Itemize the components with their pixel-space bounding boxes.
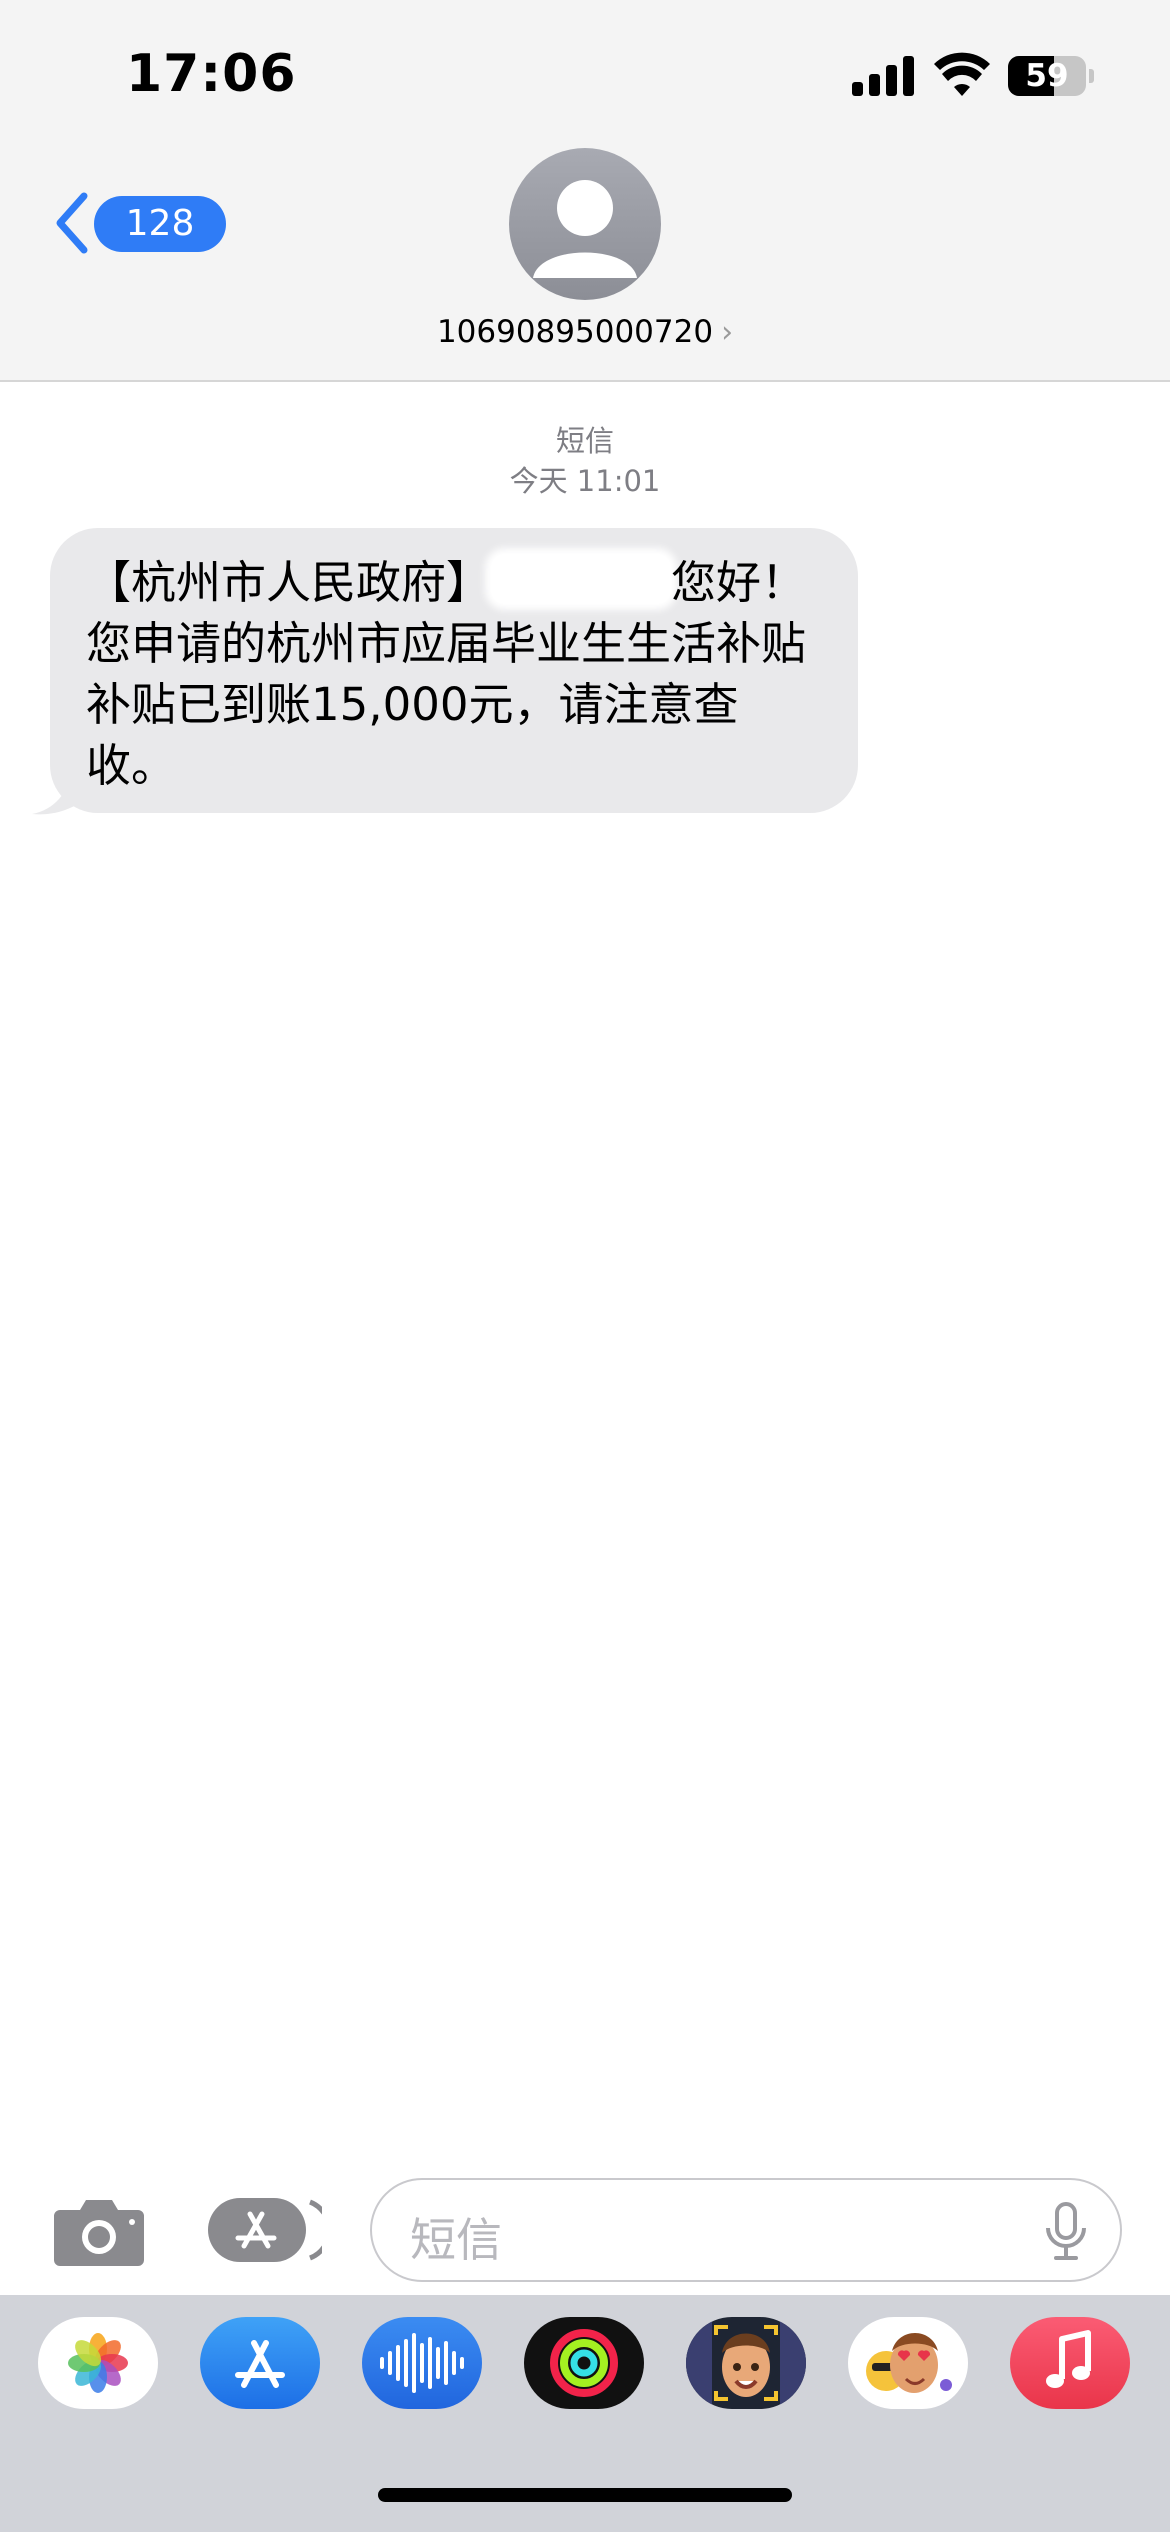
chevron-left-icon bbox=[56, 192, 88, 254]
person-icon bbox=[533, 180, 637, 278]
battery-level: 59 bbox=[1025, 58, 1069, 94]
chevron-right-icon: › bbox=[721, 315, 734, 350]
microphone-icon[interactable] bbox=[1044, 2202, 1088, 2260]
home-indicator[interactable] bbox=[378, 2488, 792, 2502]
conversation-header: 128 10690895000720 › bbox=[0, 140, 1170, 382]
sender-info-link[interactable]: 10690895000720 › bbox=[0, 314, 1170, 350]
sender-number: 10690895000720 bbox=[436, 314, 714, 350]
music-app-icon[interactable] bbox=[1010, 2317, 1130, 2409]
app-store-app-icon[interactable] bbox=[200, 2317, 320, 2409]
service-label: 短信 bbox=[555, 424, 614, 458]
cellular-signal-icon bbox=[852, 56, 914, 96]
message-text: 【杭州市人民政府】 您好！您申请的杭州市应届毕业生生活补贴补贴已到账15,000元… bbox=[86, 552, 828, 796]
status-time: 17:06 bbox=[126, 44, 297, 104]
battery-icon: 59 bbox=[1008, 56, 1094, 96]
message-timestamp: 今天 11:01 bbox=[509, 464, 661, 498]
unread-count-badge: 128 bbox=[94, 196, 226, 252]
wifi-icon bbox=[934, 52, 990, 96]
camera-icon[interactable] bbox=[52, 2192, 146, 2268]
fitness-app-icon[interactable] bbox=[524, 2317, 644, 2409]
message-text-head: 【杭州市人民政府】 bbox=[86, 556, 492, 609]
message-bubble[interactable]: 【杭州市人民政府】 您好！您申请的杭州市应届毕业生生活补贴补贴已到账15,000元… bbox=[50, 528, 858, 813]
message-placeholder: 短信 bbox=[410, 2213, 502, 2267]
memoji-app-icon[interactable] bbox=[686, 2317, 806, 2409]
memoji-stickers-app-icon[interactable] bbox=[848, 2317, 968, 2409]
message-input[interactable]: 短信 bbox=[370, 2178, 1122, 2282]
input-bar: 短信 bbox=[0, 2170, 1170, 2295]
app-store-drawer-icon[interactable] bbox=[206, 2196, 322, 2264]
audio-message-app-icon[interactable] bbox=[362, 2317, 482, 2409]
photos-app-icon[interactable] bbox=[38, 2317, 158, 2409]
contact-avatar[interactable] bbox=[509, 148, 661, 300]
status-bar: 17:06 59 bbox=[0, 0, 1170, 140]
redacted-name bbox=[491, 554, 672, 604]
back-button[interactable]: 128 bbox=[40, 188, 226, 258]
